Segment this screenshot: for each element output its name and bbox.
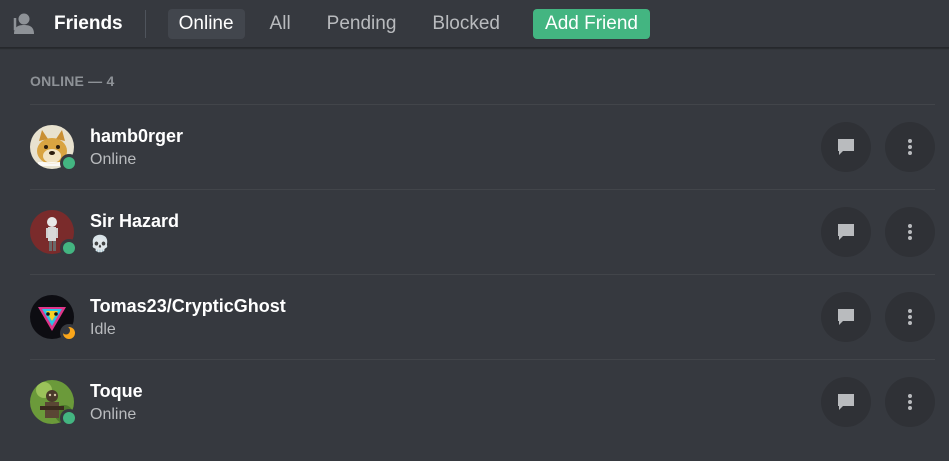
idle-moon-icon — [63, 327, 75, 339]
avatar — [30, 295, 78, 342]
status-indicator — [60, 154, 78, 172]
friend-name: hamb0rger — [90, 125, 184, 146]
more-button[interactable] — [885, 377, 935, 427]
friend-info: hamb0rger Online — [90, 125, 183, 170]
message-button[interactable] — [821, 377, 871, 427]
friend-status: Idle — [90, 320, 116, 338]
avatar — [30, 380, 78, 427]
message-icon — [838, 139, 854, 155]
tab-online[interactable]: Online — [167, 8, 245, 39]
friend-actions — [807, 377, 935, 427]
friend-name: Sir Hazard — [90, 210, 180, 231]
status-indicator — [60, 324, 78, 342]
friend-status: Online — [90, 405, 137, 423]
friends-icon — [12, 12, 42, 36]
friend-actions — [807, 207, 935, 257]
more-vertical-icon — [908, 139, 912, 155]
more-button[interactable] — [885, 292, 935, 342]
top-bar: Friends Online All Pending Blocked Add F… — [0, 0, 949, 48]
friends-header: Friends — [12, 12, 123, 36]
message-icon — [838, 394, 854, 410]
more-vertical-icon — [908, 394, 912, 410]
friend-row[interactable]: Tomas23/CrypticGhost Idle — [30, 274, 935, 359]
avatar — [30, 125, 78, 172]
friend-info: Toque Online — [90, 380, 143, 425]
tab-all[interactable]: All — [259, 9, 302, 39]
friend-actions — [807, 292, 935, 342]
friend-status: 💀 — [90, 235, 110, 253]
tab-pending[interactable]: Pending — [316, 9, 408, 39]
friends-list: hamb0rger Online Sir Hazard 💀 Tomas23/Cr… — [30, 104, 935, 444]
friend-info: Sir Hazard 💀 — [90, 210, 179, 255]
header-divider — [144, 9, 146, 38]
friend-info: Tomas23/CrypticGhost Idle — [90, 295, 286, 340]
message-icon — [838, 309, 854, 325]
message-icon — [838, 224, 854, 240]
more-vertical-icon — [908, 224, 912, 240]
page-title: Friends — [54, 12, 123, 34]
friend-row[interactable]: Sir Hazard 💀 — [30, 189, 935, 274]
friend-row[interactable]: Toque Online — [30, 359, 935, 444]
status-indicator — [60, 239, 78, 257]
message-button[interactable] — [821, 207, 871, 257]
friend-name: Toque — [90, 380, 143, 401]
avatar — [30, 210, 78, 257]
more-vertical-icon — [908, 309, 912, 325]
friend-actions — [807, 122, 935, 172]
message-button[interactable] — [821, 122, 871, 172]
friend-row[interactable]: hamb0rger Online — [30, 104, 935, 189]
tab-blocked[interactable]: Blocked — [421, 9, 511, 39]
friend-status: Online — [90, 150, 137, 168]
status-indicator — [60, 409, 78, 427]
online-status-dot — [63, 242, 75, 254]
more-button[interactable] — [885, 207, 935, 257]
online-status-dot — [63, 412, 75, 424]
friend-name: Tomas23/CrypticGhost — [90, 295, 286, 316]
online-count-header: ONLINE — 4 — [30, 73, 115, 89]
more-button[interactable] — [885, 122, 935, 172]
add-friend-button[interactable]: Add Friend — [533, 8, 650, 39]
online-status-dot — [63, 157, 75, 169]
message-button[interactable] — [821, 292, 871, 342]
